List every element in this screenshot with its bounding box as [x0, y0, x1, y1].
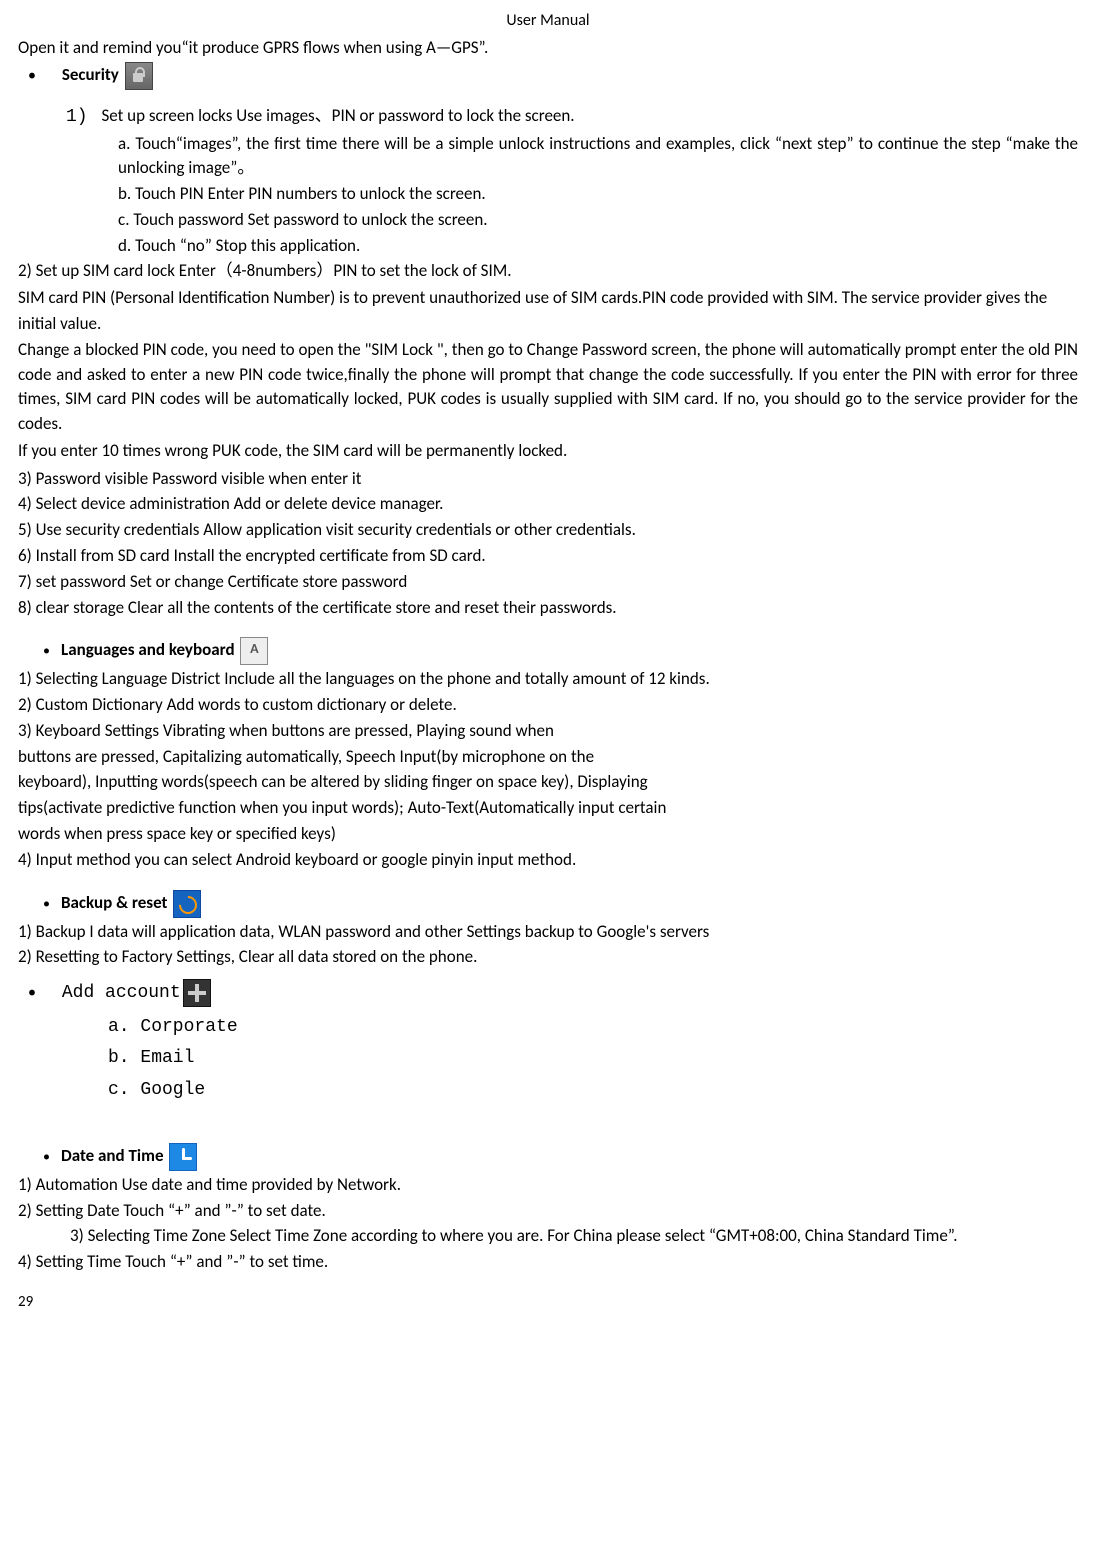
security-item-1c: c. Touch password Set password to unlock…	[118, 208, 1078, 232]
security-item-5: 5) Use security credentials Allow applic…	[18, 518, 1078, 542]
datetime-item-1: 1) Automation Use date and time provided…	[18, 1173, 1078, 1197]
sim-para-3: If you enter 10 times wrong PUK code, th…	[18, 439, 1078, 463]
security-item-8: 8) clear storage Clear all the contents …	[18, 596, 1078, 620]
lock-icon	[125, 62, 153, 90]
datetime-heading: Date and Time	[43, 1143, 1078, 1171]
security-heading: Security	[18, 62, 1078, 90]
languages-title: Languages and keyboard	[61, 639, 235, 660]
keyboard-icon: A	[240, 637, 268, 665]
security-item-7: 7) set password Set or change Certificat…	[18, 570, 1078, 594]
security-item-6: 6) Install from SD card Install the encr…	[18, 544, 1078, 568]
backup-item-2: 2) Resetting to Factory Settings, Clear …	[18, 945, 1078, 969]
security-item-2: 2) Set up SIM card lock Enter（4-8numbers…	[18, 259, 1078, 283]
languages-item-2: 2) Custom Dictionary Add words to custom…	[18, 693, 1078, 717]
backup-title: Backup & reset	[61, 892, 167, 913]
add-account-b: b. Email	[108, 1046, 1078, 1071]
languages-item-3e: words when press space key or specified …	[18, 822, 1078, 846]
security-item-3: 3) Password visible Password visible whe…	[18, 467, 1078, 491]
page-header: User Manual	[18, 10, 1078, 32]
security-item-4: 4) Select device administration Add or d…	[18, 492, 1078, 516]
add-account-a: a. Corporate	[108, 1015, 1078, 1040]
languages-item-1: 1) Selecting Language District Include a…	[18, 667, 1078, 691]
restore-icon	[173, 890, 201, 918]
security-item-1: 1) Set up screen locks Use images、PIN or…	[66, 104, 1078, 130]
add-account-title: Add account	[62, 983, 181, 1003]
list-number-1: 1)	[66, 107, 88, 127]
clock-icon	[169, 1143, 197, 1171]
datetime-item-4: 4) Setting Time Touch “+” and ”-” to set…	[18, 1250, 1078, 1274]
sim-para-1: SIM card PIN (Personal Identification Nu…	[18, 285, 1078, 336]
datetime-title: Date and Time	[61, 1145, 164, 1166]
datetime-item-2: 2) Setting Date Touch “+” and ”-” to set…	[18, 1199, 1078, 1223]
add-account-c: c. Google	[108, 1078, 1078, 1103]
languages-item-4: 4) Input method you can select Android k…	[18, 848, 1078, 872]
page-number: 29	[18, 1292, 1078, 1313]
datetime-item-3-text: 3) Selecting Time Zone Select Time Zone …	[70, 1225, 958, 1246]
intro-line: Open it and remind you“it produce GPRS f…	[18, 36, 1078, 60]
add-account-heading: Add account	[18, 979, 1078, 1007]
languages-heading: Languages and keyboard A	[43, 637, 1078, 665]
backup-item-1: 1) Backup I data will application data, …	[18, 920, 1078, 944]
security-title: Security	[62, 64, 119, 85]
sim-para-2: Change a blocked PIN code, you need to o…	[18, 338, 1078, 437]
languages-item-3b: buttons are pressed, Capitalizing automa…	[18, 745, 1078, 769]
languages-item-3a: 3) Keyboard Settings Vibrating when butt…	[18, 719, 1078, 743]
plus-icon	[183, 979, 211, 1007]
languages-item-3c: keyboard), Inputting words(speech can be…	[18, 770, 1078, 794]
backup-heading: Backup & reset	[43, 890, 1078, 918]
languages-item-3d: tips(activate predictive function when y…	[18, 796, 1078, 820]
security-item-1-text: Set up screen locks Use images、PIN or pa…	[101, 105, 574, 126]
security-item-1d: d. Touch “no” Stop this application.	[118, 234, 1078, 258]
datetime-item-3: 3) Selecting Time Zone Select Time Zone …	[70, 1224, 1078, 1248]
security-item-1b: b. Touch PIN Enter PIN numbers to unlock…	[118, 182, 1078, 206]
security-item-1a: a. Touch“images”, the first time there w…	[118, 132, 1078, 180]
